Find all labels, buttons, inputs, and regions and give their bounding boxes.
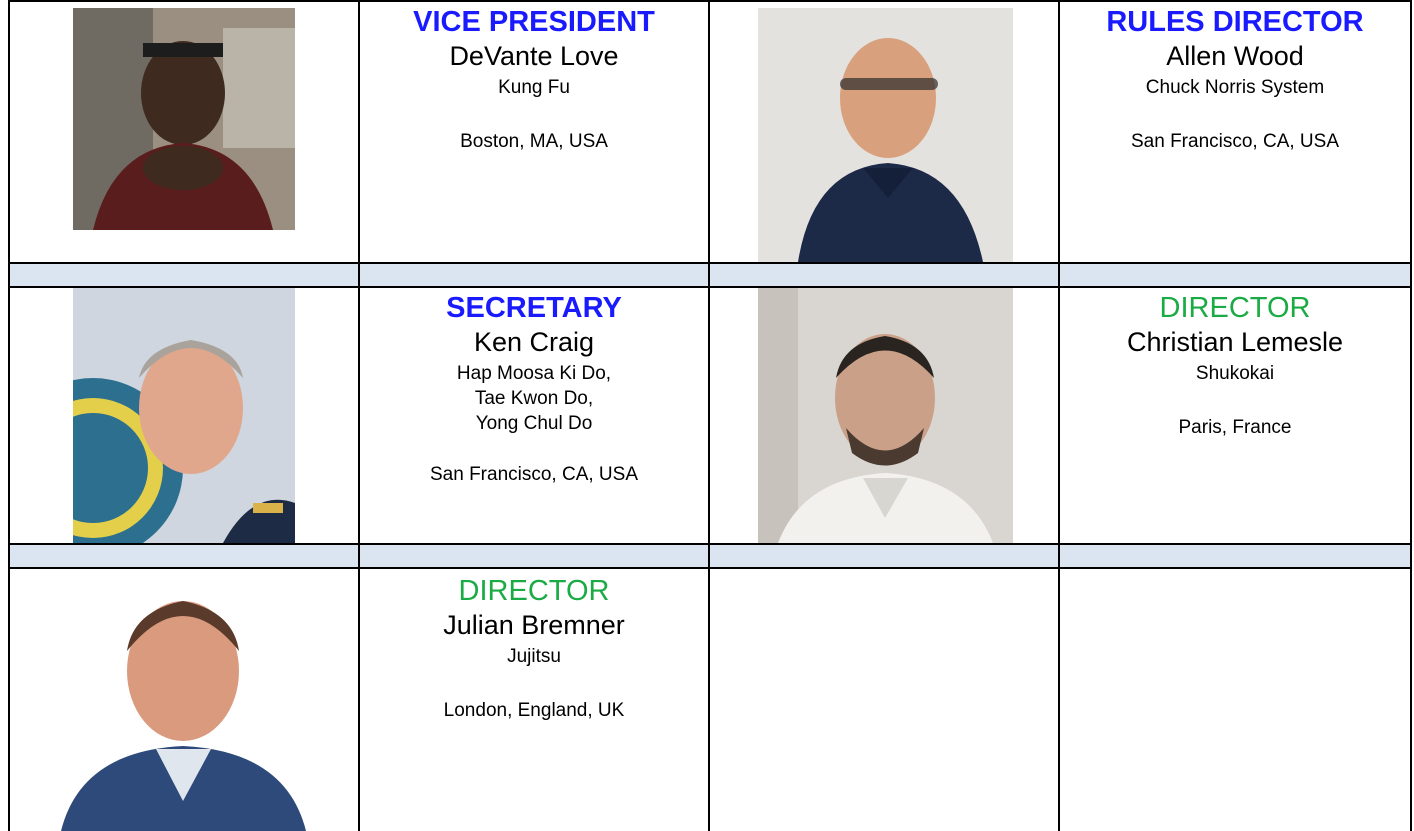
- member-style-line: Tae Kwon Do,: [474, 388, 594, 410]
- member-role: DIRECTOR: [458, 575, 610, 607]
- member-card: RULES DIRECTOR Allen Wood Chuck Norris S…: [1060, 6, 1410, 153]
- table-border: [8, 262, 1412, 264]
- portrait-photo: [758, 8, 1013, 262]
- table-border: [8, 0, 10, 831]
- member-location: Boston, MA, USA: [460, 131, 608, 153]
- table-border: [8, 543, 1412, 545]
- member-style-line: Kung Fu: [498, 77, 570, 99]
- separator-band: [8, 544, 1412, 568]
- member-style: Shukokai: [1060, 362, 1410, 387]
- portrait-photo: [758, 288, 1013, 543]
- portrait-photo: [73, 288, 295, 543]
- member-role: VICE PRESIDENT: [413, 6, 655, 38]
- member-location: San Francisco, CA, USA: [1130, 131, 1340, 153]
- member-style-line: Yong Chul Do: [475, 412, 593, 434]
- member-name: Julian Bremner: [443, 610, 625, 641]
- member-location: San Francisco, CA, USA: [429, 464, 639, 486]
- member-role: DIRECTOR: [1159, 292, 1311, 324]
- member-style: Hap Moosa Ki Do, Tae Kwon Do, Yong Chul …: [360, 362, 708, 436]
- member-name: Christian Lemesle: [1126, 327, 1344, 358]
- member-location: Paris, France: [1178, 417, 1292, 439]
- member-role: SECRETARY: [446, 292, 622, 324]
- table-border: [708, 0, 710, 831]
- member-card: DIRECTOR Christian Lemesle Shukokai Pari…: [1060, 292, 1410, 439]
- member-style-line: Jujitsu: [507, 646, 561, 668]
- member-location: London, England, UK: [443, 700, 625, 722]
- member-style-line: Chuck Norris System: [1145, 77, 1325, 99]
- member-name: Allen Wood: [1166, 41, 1304, 72]
- table-border: [1410, 0, 1412, 831]
- member-style-line: Shukokai: [1195, 363, 1275, 385]
- board-table: VICE PRESIDENT DeVante Love Kung Fu Bost…: [8, 0, 1412, 831]
- member-name: DeVante Love: [449, 41, 619, 72]
- member-card: VICE PRESIDENT DeVante Love Kung Fu Bost…: [360, 6, 708, 153]
- member-role: RULES DIRECTOR: [1106, 6, 1364, 38]
- member-style: Chuck Norris System: [1060, 76, 1410, 101]
- table-border: [8, 0, 1412, 2]
- portrait-photo: [73, 8, 295, 230]
- table-border: [8, 567, 1412, 569]
- separator-band: [8, 263, 1412, 287]
- member-style: Kung Fu: [360, 76, 708, 101]
- portrait-photo: [61, 571, 306, 831]
- member-style: Jujitsu: [360, 645, 708, 670]
- member-style-line: Hap Moosa Ki Do,: [456, 363, 612, 385]
- member-name: Ken Craig: [473, 327, 595, 358]
- member-card: SECRETARY Ken Craig Hap Moosa Ki Do, Tae…: [360, 292, 708, 486]
- member-card: DIRECTOR Julian Bremner Jujitsu London, …: [360, 575, 708, 722]
